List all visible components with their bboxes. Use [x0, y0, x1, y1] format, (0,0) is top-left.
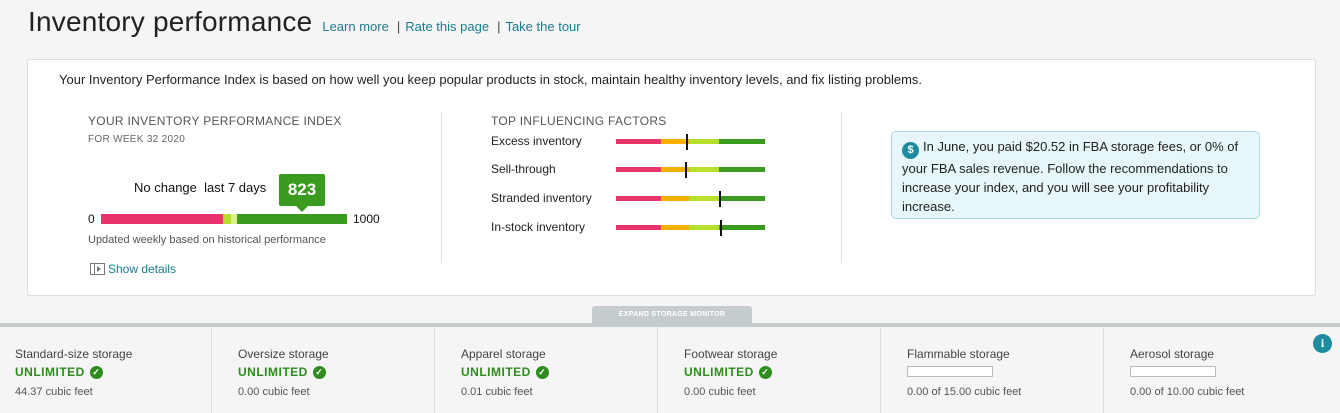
ipi-bar-segment-fair — [223, 214, 231, 224]
factor-bar-segment — [689, 139, 719, 144]
inventory-performance-card: Your Inventory Performance Index is base… — [27, 59, 1316, 296]
storage-column: Standard-size storage UNLIMITED ✓ 44.37 cub… — [0, 327, 211, 413]
factor-bar-segment — [661, 225, 689, 230]
header-links: Learn more | Rate this page | Take the t… — [322, 19, 580, 34]
factor-marker — [718, 191, 721, 207]
storage-label: Oversize storage — [238, 347, 329, 361]
storage-column: Apparel storage UNLIMITED ✓ 0.01 cubic feet — [434, 327, 657, 413]
factor-bar-segment — [616, 167, 661, 172]
take-the-tour-link[interactable]: Take the tour — [505, 19, 580, 34]
link-separator: | — [497, 19, 501, 34]
factor-bar-segment — [719, 167, 765, 172]
factor-bar — [616, 196, 765, 201]
storage-value: 44.37 cubic feet — [15, 386, 93, 398]
factor-label: Stranded inventory — [491, 191, 592, 205]
factor-label: Sell-through — [491, 162, 556, 176]
storage-status-text: UNLIMITED — [238, 365, 308, 379]
ipi-title: YOUR INVENTORY PERFORMANCE INDEX — [88, 114, 342, 128]
storage-monitor: Standard-size storage UNLIMITED ✓ 44.37 cub… — [0, 323, 1340, 413]
check-icon: ✓ — [89, 365, 103, 379]
ipi-updated-note: Updated weekly based on historical perfo… — [88, 234, 326, 246]
storage-status-text: UNLIMITED — [684, 365, 754, 379]
learn-more-link[interactable]: Learn more — [322, 19, 388, 34]
ipi-intro-text: Your Inventory Performance Index is base… — [59, 72, 923, 87]
factor-bar — [616, 167, 765, 172]
check-icon: ✓ — [312, 365, 326, 379]
factor-label: Excess inventory — [491, 134, 582, 148]
storage-label: Footwear storage — [684, 347, 778, 361]
factor-label: In-stock inventory — [491, 220, 586, 234]
factor-bar-segment — [661, 196, 689, 201]
factor-marker — [684, 162, 687, 178]
factor-bar-segment — [719, 196, 765, 201]
check-icon: ✓ — [535, 365, 549, 379]
storage-column: Oversize storage UNLIMITED ✓ 0.00 cubic fee… — [211, 327, 434, 413]
ipi-score-bar — [101, 214, 347, 224]
panel-icon — [90, 263, 105, 275]
check-icon: ✓ — [758, 365, 772, 379]
factor-bar — [616, 139, 765, 144]
factor-bar-segment — [719, 225, 765, 230]
link-separator: | — [396, 19, 401, 34]
storage-value: 0.00 cubic feet — [684, 386, 756, 398]
storage-label: Flammable storage — [907, 347, 1010, 361]
column-divider — [441, 112, 442, 263]
factor-bar-segment — [616, 225, 661, 230]
storage-status: UNLIMITED ✓ — [461, 365, 549, 379]
storage-value: 0.01 cubic feet — [461, 386, 533, 398]
storage-value: 0.00 of 15.00 cubic feet — [907, 386, 1022, 398]
ipi-scale-min: 0 — [88, 212, 95, 226]
factor-marker — [720, 220, 723, 236]
storage-usage-bar — [1130, 366, 1216, 377]
show-details-label: Show details — [108, 262, 177, 276]
factor-bar-segment — [719, 139, 765, 144]
storage-column: Footwear storage UNLIMITED ✓ 0.00 cubic fee… — [657, 327, 880, 413]
ipi-bar-segment-poor — [101, 214, 223, 224]
storage-column: Aerosol storage 0.00 of 10.00 cubic feet — [1103, 327, 1308, 413]
storage-value: 0.00 cubic feet — [238, 386, 310, 398]
storage-value: 0.00 of 10.00 cubic feet — [1130, 386, 1245, 398]
storage-usage-bar — [907, 366, 993, 377]
storage-status: UNLIMITED ✓ — [238, 365, 326, 379]
page-header: Inventory performance Learn more | Rate … — [28, 6, 581, 38]
column-divider — [841, 112, 842, 263]
factor-bar-segment — [689, 225, 719, 230]
factor-bar-segment — [689, 196, 719, 201]
rate-this-page-link[interactable]: Rate this page — [405, 19, 489, 34]
expand-storage-monitor-button[interactable]: EXPAND STORAGE MONITOR — [592, 306, 752, 323]
storage-fee-message: In June, you paid $20.52 in FBA storage … — [902, 139, 1239, 214]
factor-bar-segment — [661, 139, 689, 144]
storage-column: Flammable storage 0.00 of 15.00 cubic fee… — [880, 327, 1103, 413]
info-icon[interactable]: i — [1313, 334, 1332, 353]
show-details-link[interactable]: Show details — [90, 262, 176, 276]
ipi-scale-max: 1000 — [353, 212, 380, 226]
factor-bar — [616, 225, 765, 230]
factor-marker — [686, 134, 689, 150]
factor-bar-segment — [616, 196, 661, 201]
ipi-bar-segment-good — [237, 214, 347, 224]
storage-fee-info-box: $ In June, you paid $20.52 in FBA storage… — [891, 131, 1260, 219]
page-title: Inventory performance — [28, 6, 313, 37]
ipi-change-text: No change last 7 days — [134, 180, 267, 195]
dollar-icon: $ — [902, 142, 919, 159]
factors-title: TOP INFLUENCING FACTORS — [491, 114, 667, 128]
storage-status: UNLIMITED ✓ — [684, 365, 772, 379]
storage-label: Apparel storage — [461, 347, 546, 361]
storage-status: UNLIMITED ✓ — [15, 365, 103, 379]
factor-bar-segment — [689, 167, 719, 172]
factor-bar-segment — [616, 139, 661, 144]
storage-label: Aerosol storage — [1130, 347, 1215, 361]
storage-status-text: UNLIMITED — [461, 365, 531, 379]
ipi-score-badge: 823 — [279, 174, 325, 212]
ipi-week: FOR WEEK 32 2020 — [88, 134, 186, 145]
storage-status-text: UNLIMITED — [15, 365, 85, 379]
storage-label: Standard-size storage — [15, 347, 133, 361]
